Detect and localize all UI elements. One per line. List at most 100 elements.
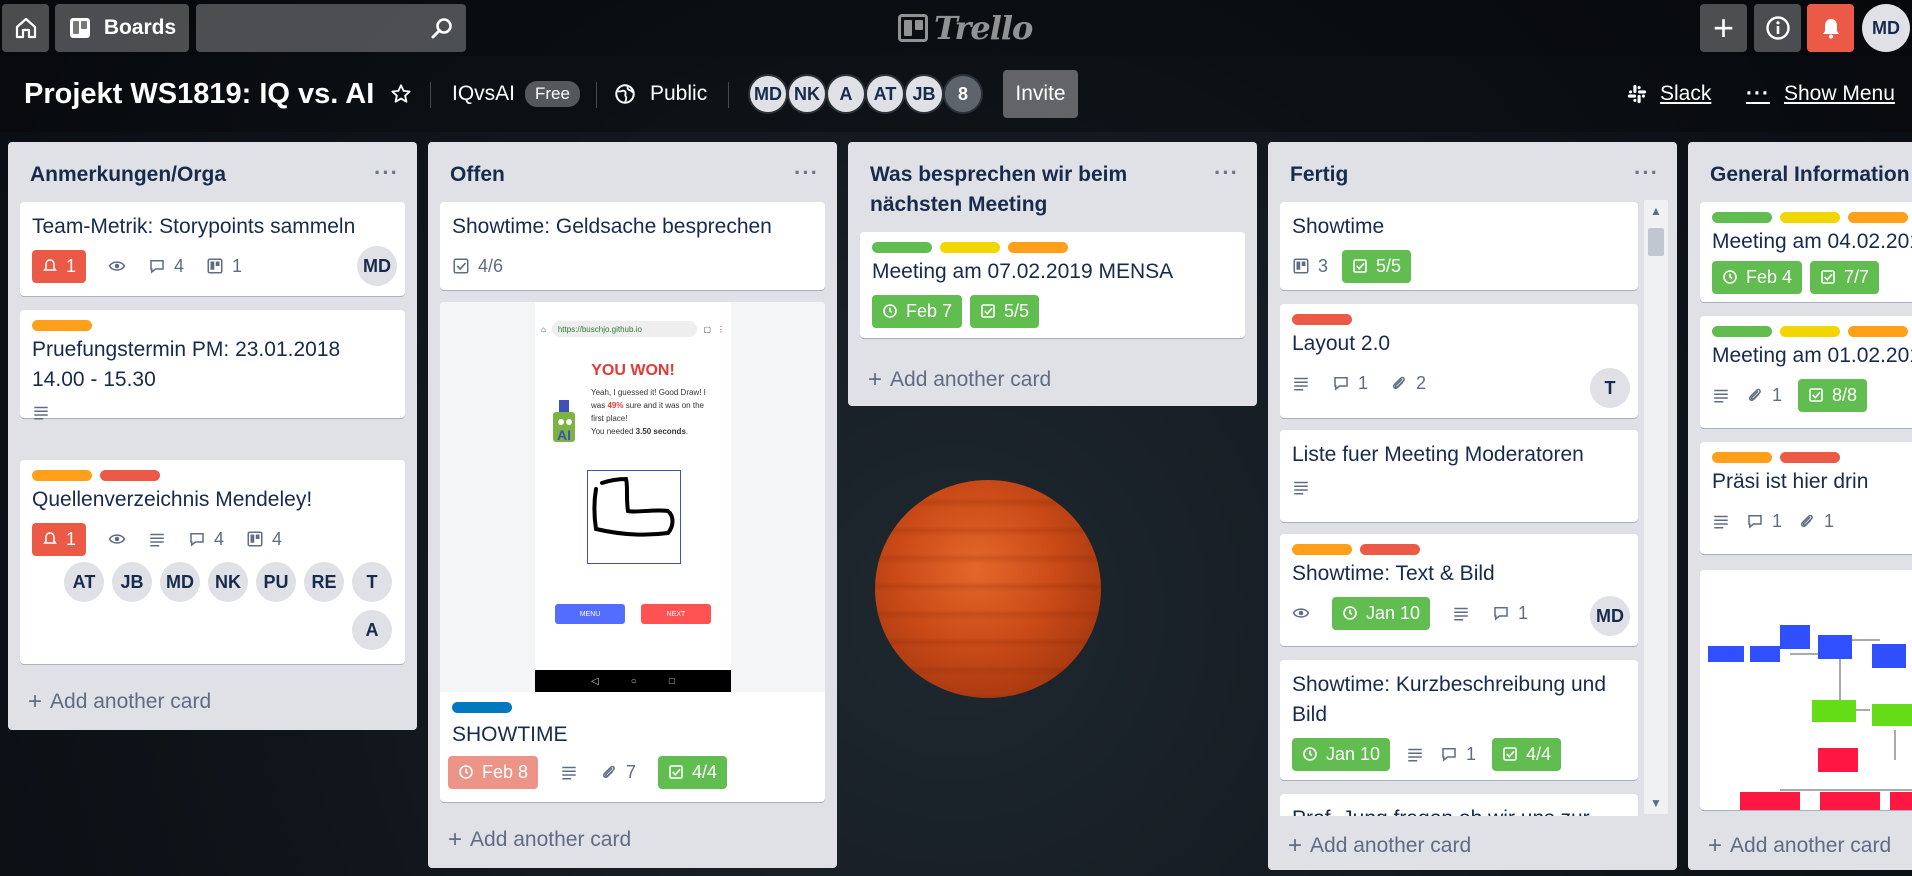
list-title[interactable]: Fertig [1290, 163, 1348, 186]
card-member-avatar[interactable]: T [352, 562, 392, 602]
add-card-button[interactable]: + Add another card [28, 688, 211, 716]
label-orange[interactable] [1848, 326, 1908, 337]
notification-count: 1 [66, 528, 77, 549]
scroll-up-icon[interactable]: ▲ [1650, 204, 1662, 218]
list-header[interactable]: General Information [1688, 142, 1912, 204]
card-title: Layout 2.0 [1292, 332, 1391, 355]
notifications-button[interactable] [1807, 4, 1854, 52]
boards-button[interactable]: Boards [55, 4, 189, 52]
label-orange[interactable] [1848, 212, 1908, 223]
list-menu-icon[interactable]: ··· [1214, 158, 1239, 188]
card[interactable]: Layout 2.0 1 2 T [1280, 304, 1638, 418]
visibility-button[interactable]: Public [614, 74, 707, 114]
card-member-avatar[interactable]: JB [112, 562, 152, 602]
card[interactable]: Quellenverzeichnis Mendeley! 1 4 4 AT JB… [20, 460, 405, 664]
label-green[interactable] [872, 242, 932, 253]
card[interactable]: Präsi ist hier drin 1 1 [1700, 442, 1912, 554]
card-member-avatar[interactable]: AT [64, 562, 104, 602]
list-header[interactable]: Was besprechen wir beim nächsten Meeting… [848, 142, 1257, 232]
list-cards-container[interactable]: Showtime 3 5/5 Layout 2.0 1 2 T Liste fu… [1268, 202, 1677, 816]
card-member-avatar[interactable]: NK [208, 562, 248, 602]
label-orange[interactable] [1008, 242, 1068, 253]
card-member-avatar[interactable]: MD [357, 246, 397, 286]
due-date-badge[interactable]: Jan 10 [1292, 737, 1391, 771]
card-member-avatar[interactable]: MD [160, 562, 200, 602]
label-orange[interactable] [32, 320, 92, 331]
card[interactable]: Meeting am 01.02.2019 1 8/8 [1700, 316, 1912, 428]
card-member-avatar[interactable]: MD [1590, 596, 1630, 636]
card-member-avatar[interactable]: PU [256, 562, 296, 602]
list-scrollbar[interactable]: ▲ ▼ [1644, 200, 1668, 814]
card[interactable]: Meeting am 04.02.2019 Feb 4 7/7 [1700, 202, 1912, 302]
add-card-button[interactable]: + Add another card [448, 826, 631, 854]
label-green[interactable] [1712, 212, 1772, 223]
card[interactable] [1700, 570, 1912, 810]
label-red[interactable] [100, 470, 160, 481]
board-member-avatar[interactable]: AT [865, 74, 905, 114]
search-input[interactable] [196, 4, 466, 52]
due-date-badge[interactable]: Jan 10 [1332, 596, 1431, 630]
invite-button[interactable]: Invite [1003, 70, 1078, 118]
label-yellow[interactable] [1780, 326, 1840, 337]
list-title[interactable]: Offen [450, 163, 505, 186]
card[interactable]: Showtime: Kurzbeschreibung und Bild Jan … [1280, 660, 1638, 780]
card[interactable]: Showtime: Text & Bild Jan 10 1 MD [1280, 534, 1638, 646]
list-title[interactable]: Anmerkungen/Orga [30, 163, 226, 186]
due-date-badge[interactable]: Feb 4 [1712, 260, 1803, 294]
label-red[interactable] [1780, 452, 1840, 463]
scrollbar-thumb[interactable] [1648, 228, 1664, 256]
star-button[interactable] [390, 74, 418, 114]
label-green[interactable] [1712, 326, 1772, 337]
card[interactable]: Pruefungstermin PM: 23.01.2018 14.00 - 1… [20, 310, 405, 420]
label-orange[interactable] [1712, 452, 1772, 463]
board-member-avatar[interactable]: A [826, 74, 866, 114]
scroll-down-icon[interactable]: ▼ [1650, 796, 1662, 810]
card[interactable]: Prof. Jung fragen ob wir uns zur [1280, 794, 1638, 816]
due-date-badge[interactable]: Feb 8 [448, 755, 539, 789]
url-pill: https://buschjo.github.io [551, 321, 698, 337]
card-member-avatar[interactable]: A [352, 610, 392, 650]
card[interactable]: Showtime 3 5/5 [1280, 202, 1638, 290]
board-member-avatar[interactable]: MD [748, 74, 788, 114]
label-red[interactable] [1360, 544, 1420, 555]
list-title[interactable]: General Information [1710, 163, 1910, 186]
card[interactable]: Team-Metrik: Storypoints sammeln 1 4 1 M… [20, 202, 405, 296]
card[interactable]: Showtime: Geldsache besprechen 4/6 [440, 202, 825, 290]
home-button[interactable] [2, 4, 49, 52]
team-button[interactable]: IQvsAI Free [452, 74, 580, 114]
list-menu-icon[interactable]: ··· [374, 158, 399, 188]
due-date-badge[interactable]: Feb 7 [872, 294, 963, 328]
add-card-button[interactable]: + Add another card [1708, 832, 1891, 860]
label-orange[interactable] [1292, 544, 1352, 555]
list-header[interactable]: Offen ··· [428, 142, 837, 204]
trello-logo[interactable]: Trello [898, 9, 1033, 47]
list-title[interactable]: Was besprechen wir beim nächsten Meeting [870, 163, 1127, 216]
label-yellow[interactable] [1780, 212, 1840, 223]
card[interactable]: Liste fuer Meeting Moderatoren [1280, 430, 1638, 522]
board-member-avatar[interactable]: NK [787, 74, 827, 114]
add-card-button[interactable]: + Add another card [868, 366, 1051, 394]
board-member-avatar[interactable]: JB [904, 74, 944, 114]
list-header[interactable]: Anmerkungen/Orga ··· [8, 142, 417, 204]
list-menu-icon[interactable]: ··· [1634, 158, 1659, 188]
board-title[interactable]: Projekt WS1819: IQ vs. AI [24, 78, 374, 111]
user-avatar[interactable]: MD [1862, 4, 1910, 52]
drawing-canvas [587, 470, 681, 564]
label-orange[interactable] [32, 470, 92, 481]
card[interactable]: Meeting am 07.02.2019 MENSA Feb 7 5/5 [860, 232, 1245, 338]
more-members-button[interactable]: 8 [943, 74, 983, 114]
list-header[interactable]: Fertig ··· [1268, 142, 1677, 204]
card[interactable]: ⌂ https://buschjo.github.io ▢ ⋮ YOU WON!… [440, 302, 825, 802]
card-member-avatar[interactable]: RE [304, 562, 344, 602]
label-yellow[interactable] [940, 242, 1000, 253]
label-blue[interactable] [452, 702, 512, 713]
label-red[interactable] [1292, 314, 1352, 325]
slack-button[interactable]: Slack [1626, 74, 1711, 114]
add-card-button[interactable]: + Add another card [1288, 832, 1471, 860]
card-member-avatar[interactable]: T [1590, 368, 1630, 408]
comment-icon [1748, 515, 1762, 529]
info-button[interactable] [1754, 4, 1801, 52]
create-button[interactable]: + [1700, 4, 1747, 52]
show-menu-button[interactable]: ··· Show Menu [1746, 74, 1895, 114]
list-menu-icon[interactable]: ··· [794, 158, 819, 188]
